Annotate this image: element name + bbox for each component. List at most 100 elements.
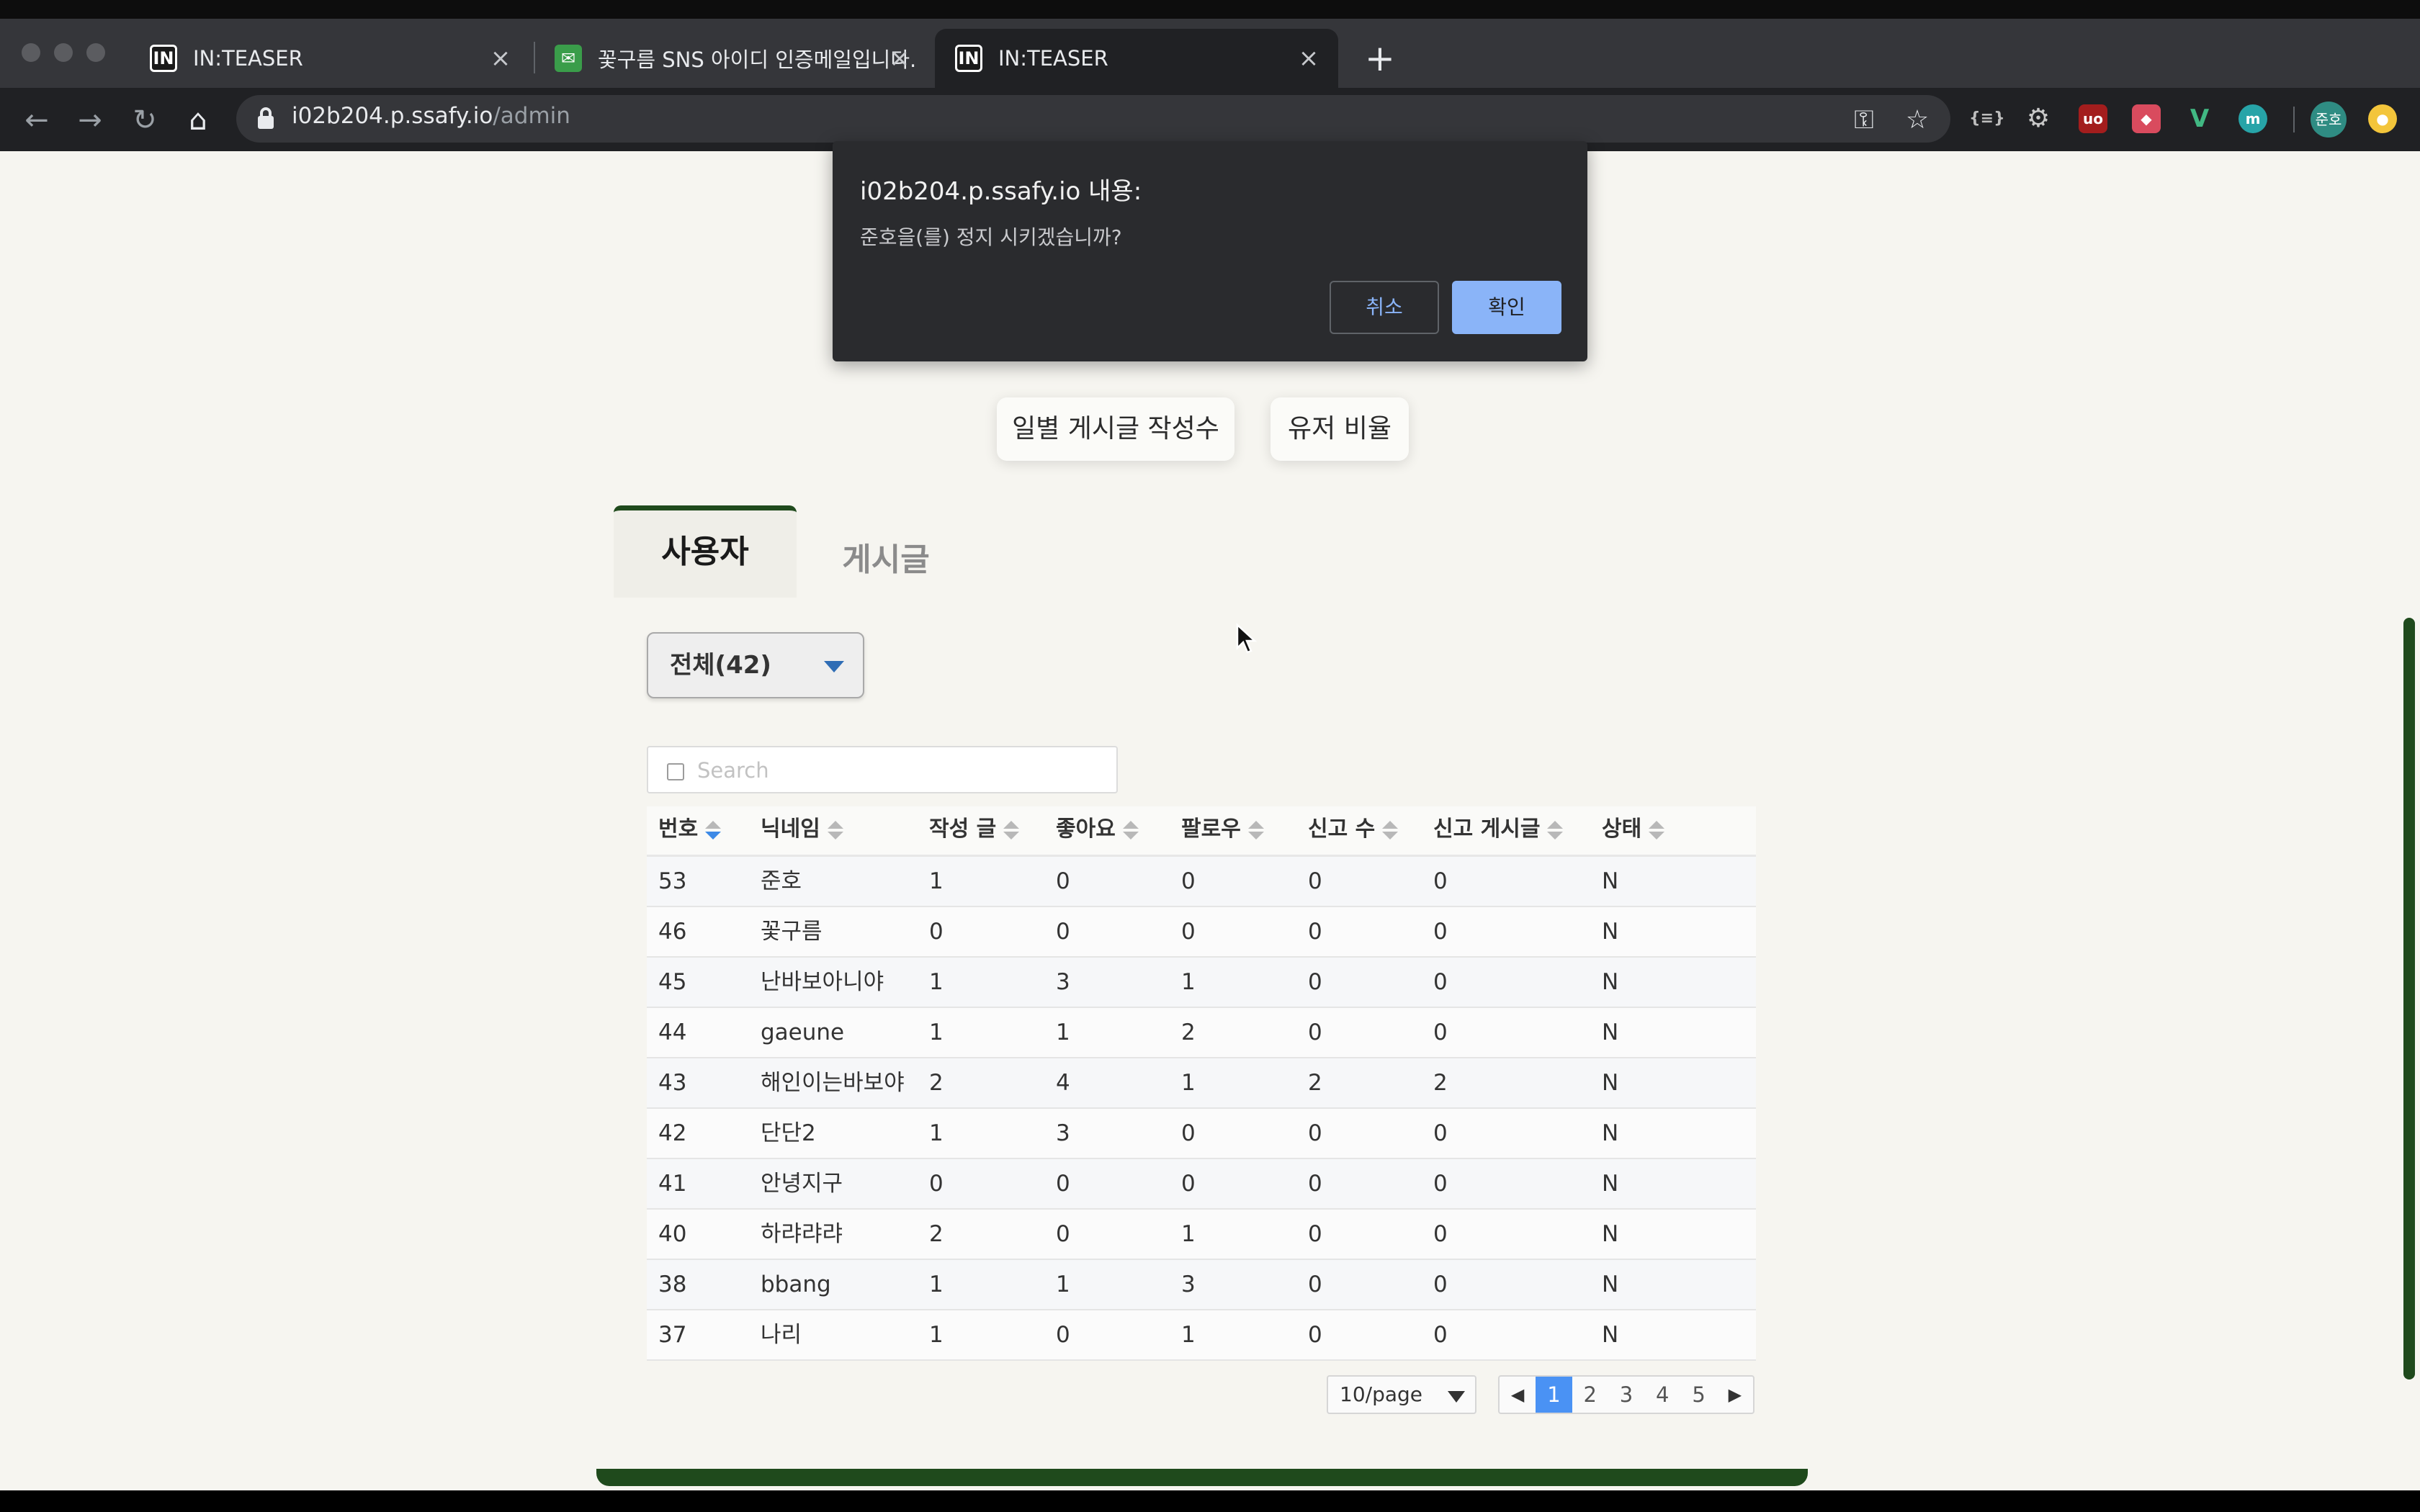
close-icon[interactable]: × [487,45,514,72]
cell-posts: 1 [929,1322,944,1348]
extension-cube-icon[interactable]: ◆ [2132,104,2161,133]
table-row[interactable]: 40 하랴랴랴 2 0 1 0 0 N [647,1210,1756,1260]
extension-m-icon[interactable]: m [2238,104,2267,133]
table-row[interactable]: 37 나리 1 0 1 0 0 N [647,1310,1756,1361]
user-filter-select[interactable]: 전체(42) [647,632,864,698]
close-icon[interactable]: × [886,45,913,72]
sort-icon[interactable] [827,819,843,841]
sort-icon[interactable] [705,819,722,841]
cell-likes: 0 [1056,1221,1070,1247]
cell-nickname: 꽃구름 [761,919,823,945]
cell-status: N [1602,1120,1619,1146]
card-bottom-border [596,1469,1808,1486]
mouse-cursor-icon [1236,623,1258,654]
page-button-4[interactable]: 4 [1644,1377,1680,1413]
cell-number: 44 [658,1020,687,1045]
column-header-likes[interactable]: 좋아요 [1056,806,1139,852]
daily-posts-chart-button[interactable]: 일별 게시글 작성수 [997,397,1234,461]
address-url[interactable]: i02b204.p.ssafy.io/admin [292,103,570,129]
table-row[interactable]: 45 난바보아니야 1 3 1 0 0 N [647,958,1756,1008]
cell-likes: 0 [1056,1322,1070,1348]
reload-icon[interactable]: ↻ [127,102,163,138]
column-header-posts[interactable]: 작성 글 [929,806,1020,852]
chevron-down-icon [824,661,844,672]
cell-number: 45 [658,969,687,995]
prev-page-icon[interactable]: ◀ [1500,1377,1536,1413]
table-search[interactable] [647,746,1118,793]
column-header-number[interactable]: 번호 [658,806,722,852]
window-zoom-dot[interactable] [86,43,105,62]
cell-nickname: 준호 [761,868,802,894]
cell-status: N [1602,969,1619,995]
sort-icon[interactable] [1003,819,1020,841]
cell-follows: 0 [1181,1171,1196,1197]
page-button-5[interactable]: 5 [1680,1377,1716,1413]
back-arrow-icon[interactable]: ← [19,102,55,138]
key-icon[interactable]: ⚿ [1848,104,1880,136]
table-row[interactable]: 41 안녕지구 0 0 0 0 0 N [647,1159,1756,1210]
profile-avatar[interactable]: 준호 [2311,102,2347,138]
search-input[interactable] [697,753,1101,788]
cell-nickname: gaeune [761,1020,845,1045]
table-row[interactable]: 44 gaeune 1 1 2 0 0 N [647,1008,1756,1058]
home-icon[interactable]: ⌂ [180,102,216,138]
ok-button[interactable]: 확인 [1452,281,1561,334]
sort-icon[interactable] [1649,819,1665,841]
table-row[interactable]: 38 bbang 1 1 3 0 0 N [647,1260,1756,1310]
lock-icon[interactable] [258,107,274,129]
cell-likes: 0 [1056,1171,1070,1197]
checkbox-icon[interactable] [667,763,684,780]
column-header-status[interactable]: 상태 [1602,806,1665,852]
cell-status: N [1602,1272,1619,1297]
window-close-dot[interactable] [22,43,40,62]
column-header-follows[interactable]: 팔로우 [1181,806,1264,852]
extension-yellow-icon[interactable]: ● [2368,104,2397,133]
table-row[interactable]: 46 꽃구름 0 0 0 0 0 N [647,907,1756,958]
tab-posts[interactable]: 게시글 [799,510,972,598]
per-page-select[interactable]: 10/page [1327,1375,1476,1414]
page-scrollbar[interactable] [2403,618,2415,1380]
cell-number: 37 [658,1322,687,1348]
toolbar-separator [2293,107,2295,132]
extension-brackets-icon[interactable]: {≡} [1969,104,2005,133]
page-button-1[interactable]: 1 [1536,1377,1572,1413]
close-icon[interactable]: × [1295,45,1322,72]
cell-follows: 0 [1181,868,1196,894]
cell-report-count: 0 [1308,969,1322,995]
page-button-3[interactable]: 3 [1608,1377,1644,1413]
table-row[interactable]: 53 준호 1 0 0 0 0 N [647,857,1756,907]
cell-follows: 3 [1181,1272,1196,1297]
table-body: 53 준호 1 0 0 0 0 N 46 꽃구름 0 0 0 0 0 N 45 난바보아니야 1 3 1 0 0 N 44 gae… [647,857,1756,1361]
user-ratio-chart-button[interactable]: 유저 비율 [1270,397,1409,461]
cell-number: 38 [658,1272,687,1297]
tab-users[interactable]: 사용자 [614,505,797,598]
star-bookmark-icon[interactable]: ☆ [1901,104,1933,136]
new-tab-plus-icon[interactable]: + [1360,39,1400,79]
column-header-nickname[interactable]: 닉네임 [761,806,843,852]
browser-tab-3-active[interactable]: IN IN:TEASER × [935,29,1338,88]
column-header-report-count[interactable]: 신고 수 [1308,806,1399,852]
sort-icon[interactable] [1247,819,1264,841]
cancel-button[interactable]: 취소 [1330,281,1439,334]
next-page-icon[interactable]: ▶ [1717,1377,1753,1413]
cell-likes: 4 [1056,1070,1070,1096]
browser-tab-2[interactable]: ✉ 꽃구름 SNS 아이디 인증메일입니다. × [534,29,929,88]
table-row[interactable]: 42 단단2 1 3 0 0 0 N [647,1109,1756,1159]
sort-icon[interactable] [1382,819,1399,841]
sort-icon[interactable] [1122,819,1139,841]
browser-tab-1[interactable]: IN IN:TEASER × [130,29,530,88]
in-teaser-logo-icon: IN [955,45,982,72]
cell-nickname: bbang [761,1272,831,1297]
window-minimize-dot[interactable] [54,43,73,62]
extension-vue-icon[interactable]: V [2185,104,2214,133]
extension-ublock-icon[interactable]: uo [2079,104,2107,133]
extension-gear-icon[interactable]: ⚙ [2024,104,2053,133]
table-row[interactable]: 43 해인이는바보야 2 4 1 2 2 N [647,1058,1756,1109]
cell-posts: 0 [929,919,944,945]
cell-report-count: 0 [1308,1322,1322,1348]
forward-arrow-icon[interactable]: → [72,102,108,138]
column-header-reported-posts[interactable]: 신고 게시글 [1433,806,1564,852]
sort-icon[interactable] [1547,819,1564,841]
page-button-2[interactable]: 2 [1572,1377,1608,1413]
cell-likes: 3 [1056,969,1070,995]
